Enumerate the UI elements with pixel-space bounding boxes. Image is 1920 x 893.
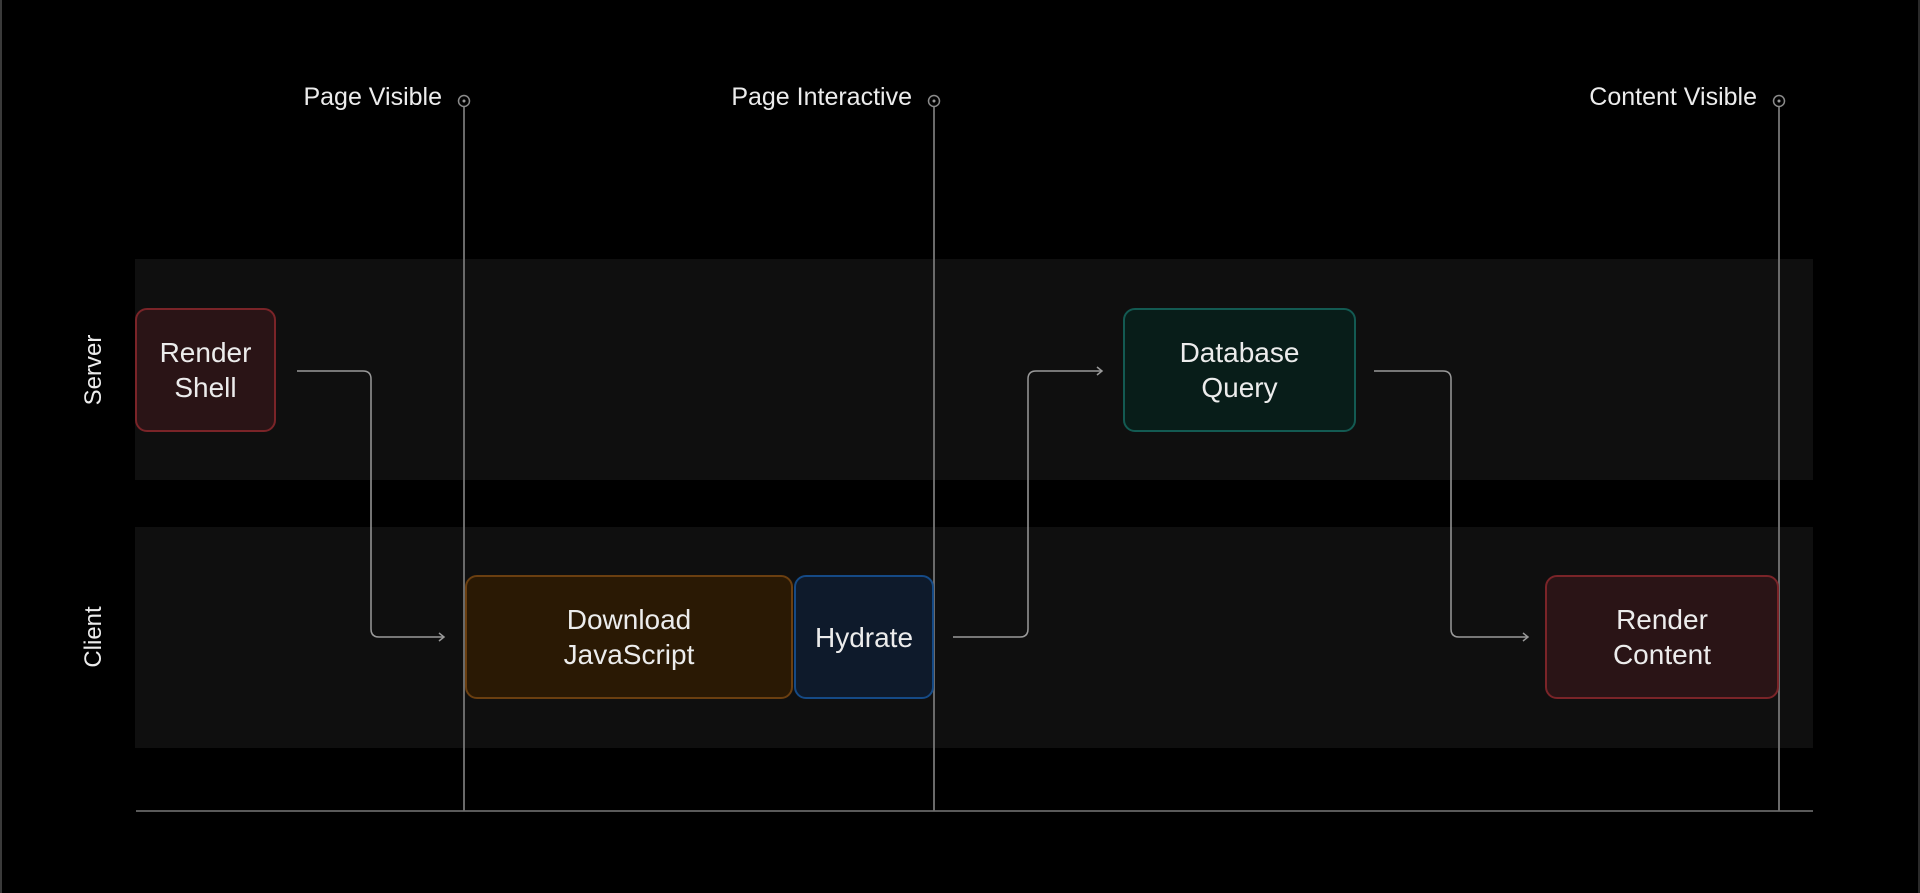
step-database-query[interactable]: Database Query xyxy=(1123,308,1356,432)
step-hydrate[interactable]: Hydrate xyxy=(794,575,934,699)
step-render-content[interactable]: Render Content xyxy=(1545,575,1779,699)
diagram-lines xyxy=(136,94,1813,812)
milestone-dot-icon xyxy=(932,99,936,103)
connector-render-shell-to-download xyxy=(297,370,444,638)
step-download-javascript[interactable]: Download JavaScript xyxy=(465,575,793,699)
connector-hydrate-to-database xyxy=(953,370,1102,638)
milestone-marker-page-visible xyxy=(457,94,471,811)
milestone-dot-icon xyxy=(1777,99,1781,103)
milestone-label-page-interactive: Page Interactive xyxy=(731,83,912,111)
connector-database-to-render-content xyxy=(1374,370,1528,638)
milestone-label-page-visible: Page Visible xyxy=(303,83,442,111)
milestone-dot-icon xyxy=(462,99,466,103)
milestone-marker-page-interactive xyxy=(927,94,941,811)
milestone-label-content-visible: Content Visible xyxy=(1589,83,1757,111)
milestone-marker-content-visible xyxy=(1772,94,1786,811)
step-render-shell[interactable]: Render Shell xyxy=(135,308,276,432)
